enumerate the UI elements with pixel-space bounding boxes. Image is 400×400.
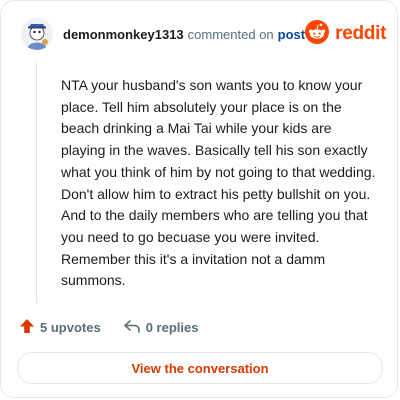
- reply-button[interactable]: 0 replies: [123, 318, 199, 337]
- comment-actions: 5 upvotes 0 replies: [19, 317, 198, 337]
- action-text: commented on: [187, 26, 274, 42]
- view-conversation-button[interactable]: View the conversation: [17, 352, 383, 384]
- thread-line: [36, 61, 37, 303]
- comment-card: demonmonkey1313commented on post reddit: [0, 0, 398, 398]
- post-link[interactable]: post: [278, 27, 305, 42]
- user-avatar[interactable]: [21, 18, 53, 50]
- upvote-button[interactable]: 5 upvotes: [19, 318, 101, 337]
- upvote-arrow-icon: [19, 318, 35, 337]
- reddit-wordmark: reddit: [335, 23, 387, 44]
- upvote-count: 5 upvotes: [40, 319, 101, 335]
- comment-header: demonmonkey1313 commented on post reddit: [21, 17, 386, 51]
- reply-arrow-icon: [123, 318, 141, 337]
- comment-meta: demonmonkey1313 commented on post: [63, 27, 305, 42]
- reply-count: 0 replies: [145, 319, 199, 335]
- reddit-logo-icon: [305, 19, 330, 49]
- username-link[interactable]: demonmonkey1313: [63, 27, 184, 42]
- reddit-brand[interactable]: reddit: [305, 19, 387, 49]
- comment-body: NTA your husband's son wants you to know…: [61, 77, 376, 289]
